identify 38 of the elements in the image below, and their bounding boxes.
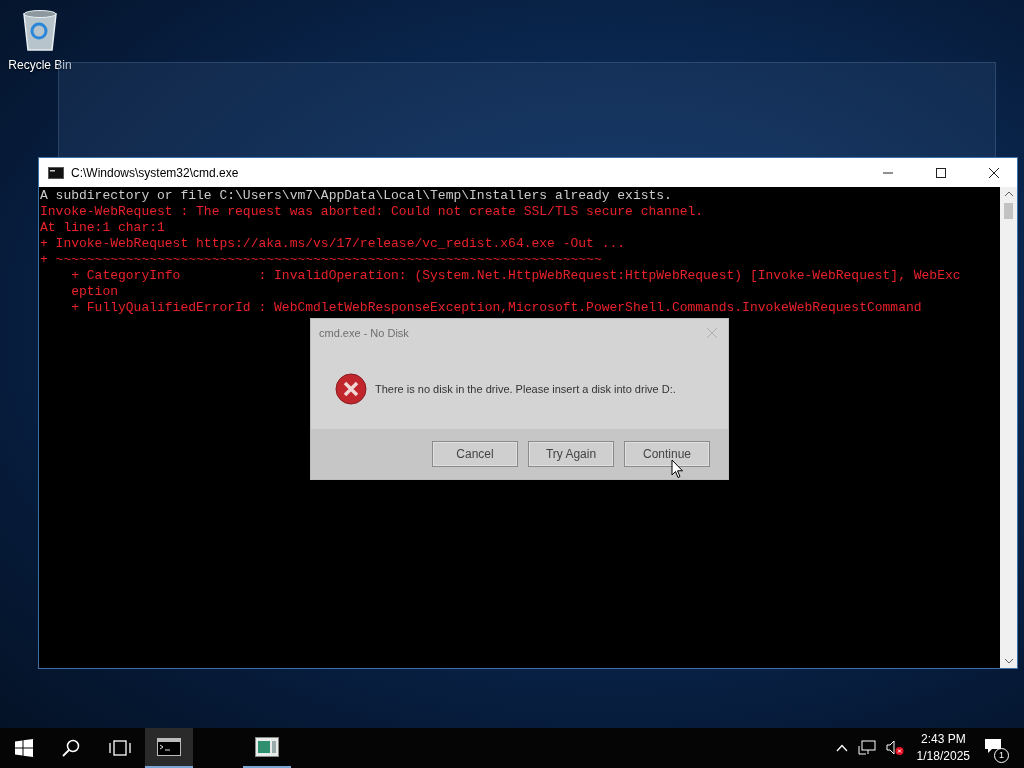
task-view-icon[interactable] bbox=[109, 740, 131, 756]
console-line: + FullyQualifiedErrorId : WebCmdletWebResponseException,Microsoft.PowerShell.Commands.InvokeWebRequestCommand bbox=[70, 300, 923, 316]
muted-speaker-icon[interactable] bbox=[885, 740, 904, 756]
console-line: eption bbox=[70, 284, 119, 300]
console-line: + CategoryInfo : InvalidOperation: (System.Net.HttpWebRequest:HttpWebRequest) [Invoke-WebRequest], WebExc bbox=[70, 268, 962, 284]
console-line: + ~~~~~~~~~~~~~~~~~~~~~~~~~~~~~~~~~~~~~~~~~~~~~~~~~~~~~~~~~~~~~~~~~~~~~~ bbox=[40, 252, 603, 268]
dialog-title: cmd.exe - No Disk bbox=[319, 327, 409, 339]
recycle-bin-icon[interactable] bbox=[20, 8, 60, 52]
taskbar-app[interactable] bbox=[145, 728, 193, 768]
notification-icon[interactable] bbox=[984, 738, 1002, 754]
notification-count: 1 bbox=[994, 748, 1009, 763]
scrollbar-thumb[interactable] bbox=[1004, 203, 1013, 219]
close-icon[interactable] bbox=[988, 166, 1000, 179]
maximize-icon[interactable] bbox=[935, 166, 947, 179]
console-line: At line:1 char:1 bbox=[40, 220, 166, 236]
console-icon bbox=[48, 166, 64, 179]
clock-time[interactable]: 2:43 PM bbox=[920, 731, 966, 748]
console-line: A subdirectory or file C:\Users\vm7\AppData\Local\Temp\Installers already exists. bbox=[40, 188, 673, 204]
network-icon[interactable] bbox=[857, 740, 876, 756]
desktop-icon-label[interactable]: Recycle Bin bbox=[8, 58, 72, 72]
search-icon[interactable] bbox=[62, 739, 80, 757]
console-line: + Invoke-WebRequest https://aka.ms/vs/17/release/vc_redist.x64.exe -Out ... bbox=[40, 236, 627, 252]
dialog-button[interactable]: Try Again bbox=[528, 441, 614, 467]
scrollbar[interactable] bbox=[1000, 187, 1017, 668]
dialog-message: There is no disk in the drive. Please insert a disk into drive D:. bbox=[375, 382, 676, 395]
dialog-button[interactable]: Continue bbox=[624, 441, 710, 467]
scroll-up-icon[interactable] bbox=[1003, 191, 1014, 197]
console-icon bbox=[157, 738, 181, 756]
console-line: Invoke-WebRequest : The request was aborted: Could not create SSL/TLS secure channel. bbox=[40, 204, 705, 220]
window-icon bbox=[255, 737, 279, 757]
dialog-button[interactable]: Cancel bbox=[432, 441, 518, 467]
start-icon[interactable] bbox=[15, 739, 33, 757]
error-icon bbox=[335, 372, 367, 405]
mouse-pointer-icon bbox=[671, 459, 684, 479]
chevron-up-icon[interactable] bbox=[835, 744, 848, 752]
window-title: C:\Windows\system32\cmd.exe bbox=[71, 165, 239, 180]
clock-date[interactable]: 1/18/2025 bbox=[916, 748, 970, 765]
scroll-down-icon[interactable] bbox=[1003, 658, 1014, 664]
